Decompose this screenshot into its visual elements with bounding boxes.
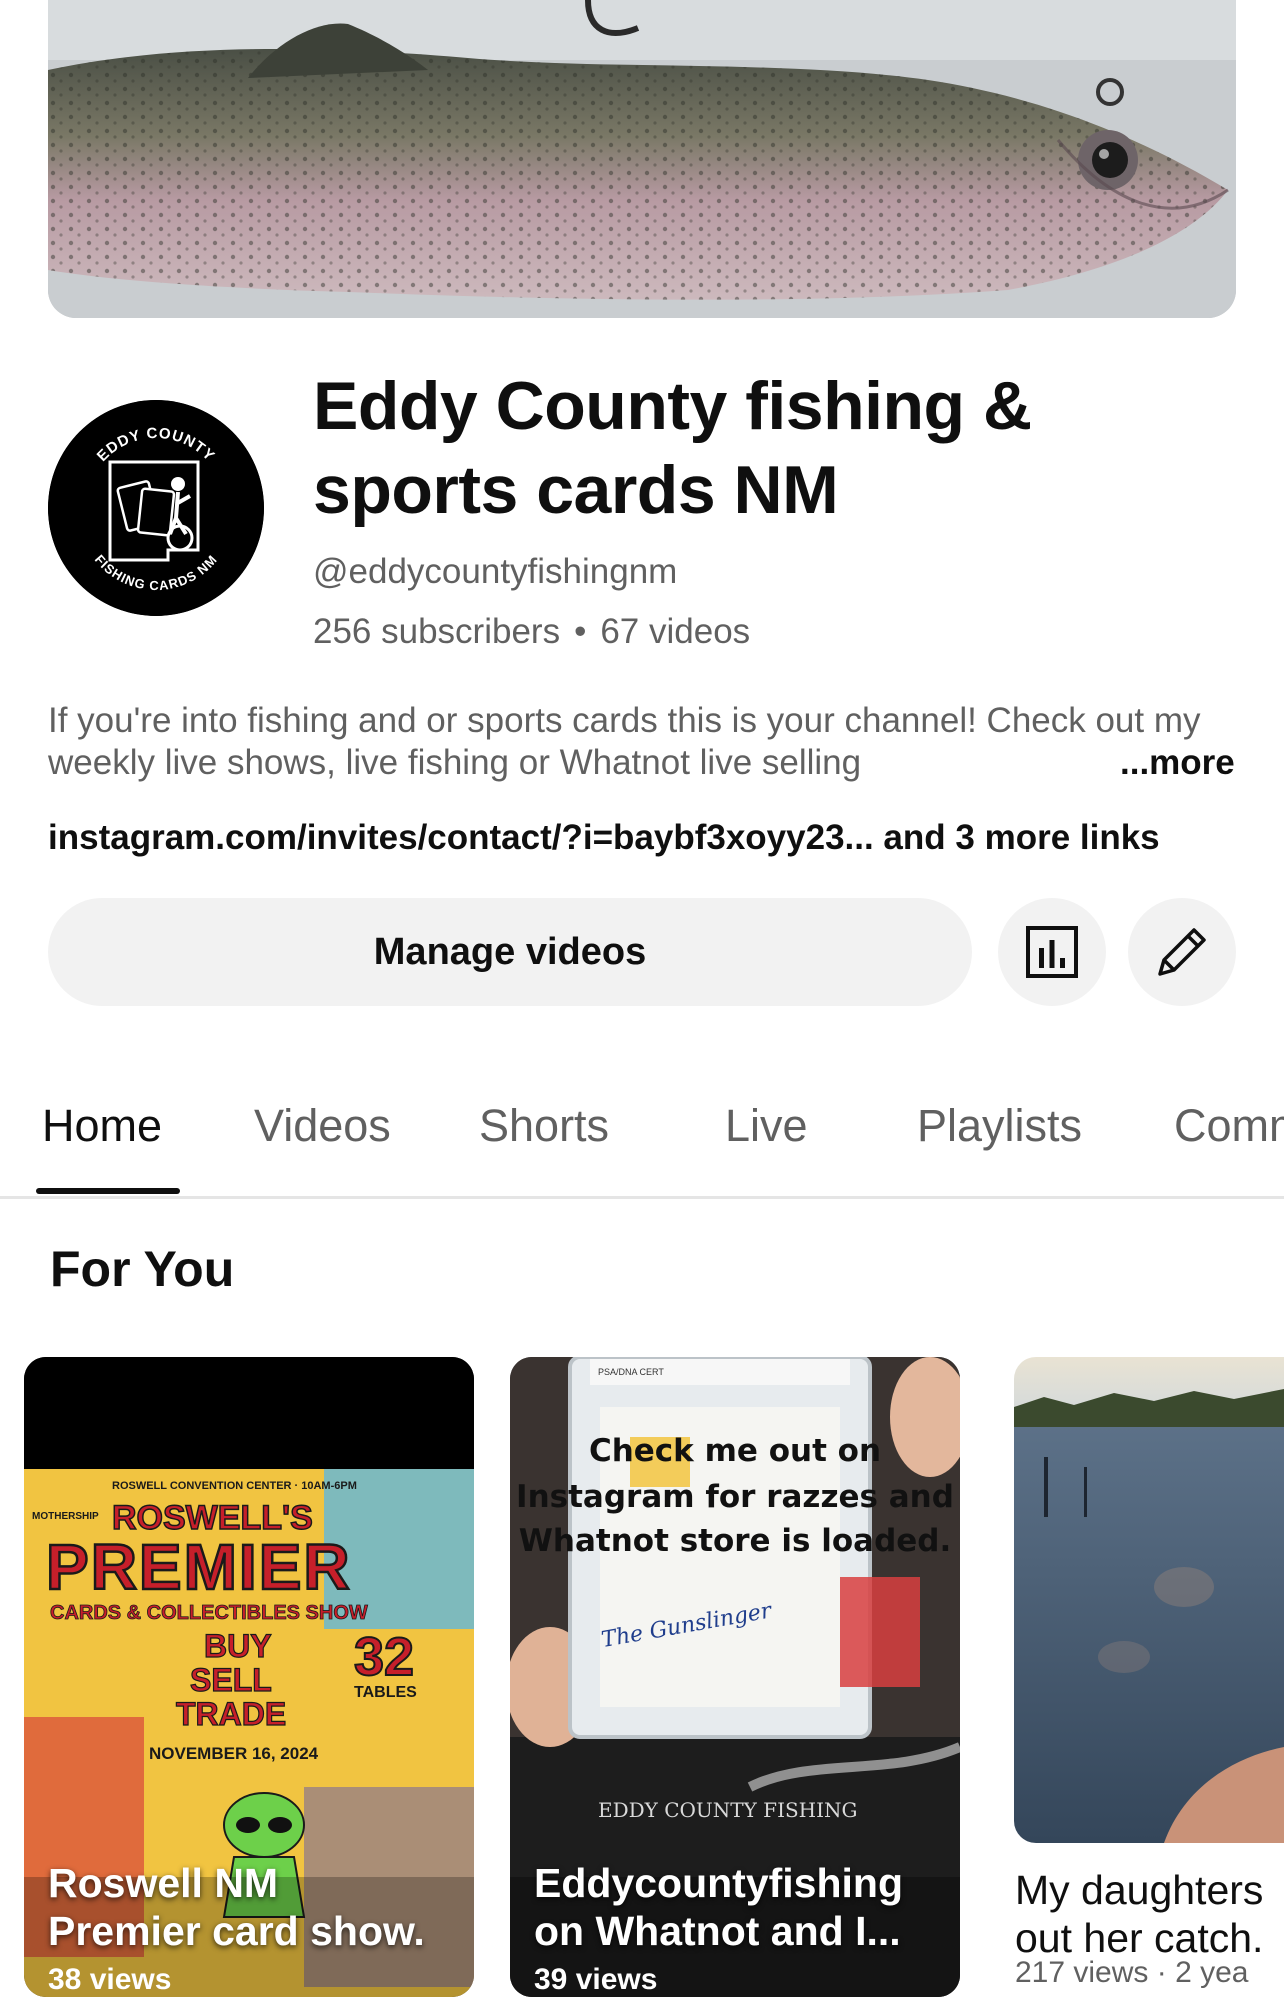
tab-live[interactable]: Live xyxy=(725,1100,808,1152)
channel-title: Eddy County fishing & sports cards NM xyxy=(313,368,1032,528)
card-title-line1: Roswell NM xyxy=(48,1860,279,1906)
svg-text:PSA/DNA CERT: PSA/DNA CERT xyxy=(598,1367,664,1377)
pencil-icon xyxy=(1158,928,1206,976)
channel-tabs: Home Videos Shorts Live Playlists Comm xyxy=(0,1060,1284,1199)
active-tab-indicator xyxy=(36,1188,180,1194)
eddy-county-logo: EDDY COUNTY FISHING CARDS NM xyxy=(48,400,264,616)
description-more-link[interactable]: ...more xyxy=(1090,742,1235,784)
card-views: 38 views xyxy=(48,1963,172,1996)
channel-links[interactable]: instagram.com/invites/contact/?i=baybf3x… xyxy=(48,818,1160,858)
svg-text:Check me out on: Check me out on xyxy=(589,1433,881,1469)
separator-dot: • xyxy=(574,612,587,651)
bar-chart-icon xyxy=(1026,926,1078,978)
short-card-daughter-catch[interactable] xyxy=(1014,1357,1284,1843)
analytics-button[interactable] xyxy=(998,898,1106,1006)
fish-banner-image xyxy=(48,0,1236,318)
svg-text:ROSWELL CONVENTION CENTER · 10: ROSWELL CONVENTION CENTER · 10AM-6PM xyxy=(112,1480,357,1492)
short-card-whatnot[interactable]: PSA/DNA CERT The Gunslinger EDDY COUNTY … xyxy=(510,1357,960,1997)
svg-text:TABLES: TABLES xyxy=(354,1684,417,1701)
channel-stats: 256 subscribers • 67 videos xyxy=(313,612,750,652)
svg-text:NOVEMBER 16, 2024: NOVEMBER 16, 2024 xyxy=(149,1744,319,1763)
svg-text:SELL: SELL xyxy=(190,1662,272,1698)
svg-text:32: 32 xyxy=(354,1627,414,1687)
channel-avatar[interactable]: EDDY COUNTY FISHING CARDS NM xyxy=(48,400,264,616)
channel-description[interactable]: If you're into fishing and or sports car… xyxy=(48,700,1228,784)
channel-banner xyxy=(48,0,1236,318)
svg-text:Instagram for razzes and: Instagram for razzes and xyxy=(516,1479,954,1515)
video-count: 67 videos xyxy=(600,612,751,651)
card-title-line1: My daughters xyxy=(1015,1867,1264,1913)
tab-videos[interactable]: Videos xyxy=(254,1100,391,1152)
manage-videos-button[interactable]: Manage videos xyxy=(48,898,972,1006)
svg-text:CARDS & COLLECTIBLES SHOW: CARDS & COLLECTIBLES SHOW xyxy=(50,1602,368,1624)
svg-text:PREMIER: PREMIER xyxy=(46,1531,352,1603)
svg-text:EDDY COUNTY FISHING: EDDY COUNTY FISHING xyxy=(598,1798,857,1822)
card-title-line2: Premier card show. xyxy=(48,1908,425,1954)
tab-playlists[interactable]: Playlists xyxy=(917,1100,1082,1152)
svg-text:MOTHERSHIP: MOTHERSHIP xyxy=(32,1511,99,1522)
lake-thumbnail xyxy=(1014,1357,1284,1843)
section-title: For You xyxy=(50,1241,235,1297)
tab-community[interactable]: Comm xyxy=(1174,1100,1284,1152)
svg-text:Whatnot store is loaded.: Whatnot store is loaded. xyxy=(519,1523,952,1559)
card-title-line2: on Whatnot and I... xyxy=(534,1908,901,1954)
edit-channel-button[interactable] xyxy=(1128,898,1236,1006)
svg-text:TRADE: TRADE xyxy=(176,1696,286,1732)
channel-handle: @eddycountyfishingnm xyxy=(313,552,678,591)
svg-text:BUY: BUY xyxy=(204,1628,272,1664)
tab-home[interactable]: Home xyxy=(42,1100,162,1152)
short-card-roswell[interactable]: ROSWELL CONVENTION CENTER · 10AM-6PM MOT… xyxy=(24,1357,474,1997)
card-title-line1: Eddycountyfishing xyxy=(534,1860,903,1906)
card-views: 39 views xyxy=(534,1963,658,1996)
tab-shorts[interactable]: Shorts xyxy=(479,1100,609,1152)
subscriber-count: 256 subscribers xyxy=(313,612,561,651)
card-title-line2: out her catch. xyxy=(1015,1915,1264,1961)
